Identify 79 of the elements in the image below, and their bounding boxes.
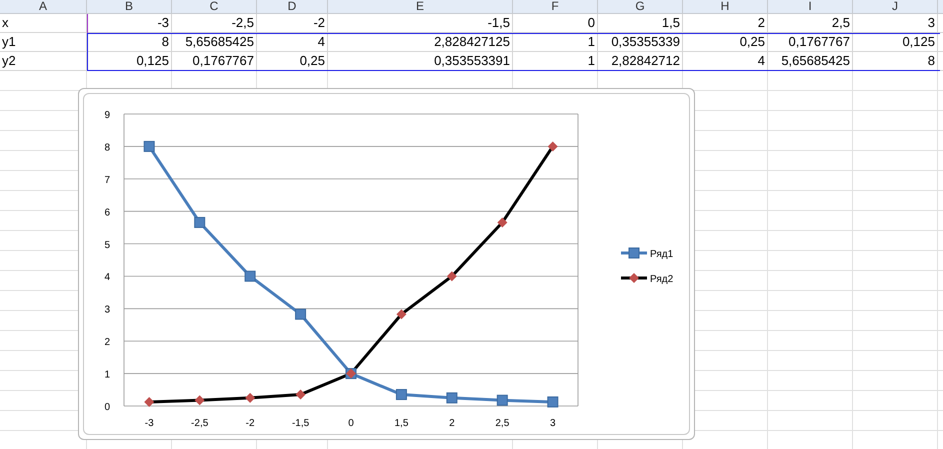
y-axis-label: 5 [104,240,110,251]
chart-frame[interactable]: 0 1 2 3 4 5 6 7 8 9 -3 -2,5 -2 -1,5 0 1,5 2 2,5 3 Ряд1 Ряд2 [78,88,695,440]
square-marker [547,396,558,408]
table-cell: 4 [683,52,768,71]
column-header[interactable]: A [0,0,87,14]
table-cell: 3 [853,14,938,33]
table-cell: 0,35355339 [598,33,683,52]
legend-marker-icon [621,273,647,283]
square-marker [295,308,306,320]
table-cell: 5,65685425 [768,52,853,71]
x-axis-label: 3 [550,418,556,429]
table-cell: 1 [513,33,598,52]
table-cell: 0,25 [257,52,328,71]
y-axis-label: 0 [104,402,110,413]
column-header[interactable]: H [683,0,768,14]
x-axis-label: 2 [449,418,455,429]
table-cell: 0 [513,14,598,33]
y-axis-label: 2 [104,337,110,348]
table-cell: 8 [853,52,938,71]
x-axis-label: -1,5 [292,418,310,429]
y-axis-label: 3 [104,304,110,316]
table-cell: 2,82842712 [598,52,683,71]
table-cell: 0,1767767 [172,52,257,71]
column-header[interactable]: F [513,0,598,14]
diamond-marker [396,309,406,320]
table-cell: y2 [0,52,87,71]
y-axis-label: 7 [104,174,110,186]
legend-marker-icon [621,248,647,258]
y-axis-label: 4 [104,272,110,284]
diamond-marker [446,271,457,282]
column-header[interactable]: C [172,0,257,14]
legend-label: Ряд2 [650,274,674,285]
column-header[interactable]: E [328,0,513,14]
diamond-marker [548,141,558,152]
table-cell: 0,25 [683,33,768,52]
x-axis-label: -2 [246,418,255,429]
table-cell: 1,5 [598,14,683,33]
table-cell: -2 [257,14,328,33]
legend-label: Ряд1 [650,249,674,260]
table-cell: 2,828427125 [328,33,513,52]
column-header[interactable]: D [257,0,328,14]
x-axis-label: 2,5 [495,418,510,429]
diamond-marker [144,396,154,407]
x-axis-label: 1,5 [394,418,408,429]
diamond-marker [296,390,306,400]
table-cell: 8 [87,33,172,52]
square-marker [446,392,458,404]
table-cell: 0,125 [853,33,938,52]
table-cell: -2,5 [172,14,257,33]
column-header[interactable]: G [598,0,683,14]
table-cell: 2,5 [768,14,853,33]
y-axis-label: 9 [104,110,110,121]
diamond-marker [194,395,205,406]
y-axis-label: 8 [104,142,110,154]
x-axis-label: -2,5 [191,418,208,429]
data-point [346,368,356,380]
table-cell: 2 [683,14,768,33]
square-marker [194,216,206,228]
table-cell: y1 [0,33,87,52]
y-axis-label: 6 [104,207,110,218]
square-marker [496,394,508,406]
table-cell: 0,1767767 [768,33,853,52]
column-header[interactable]: J [853,0,938,14]
diamond-marker [497,217,508,228]
diamond-marker [245,392,256,403]
square-marker [144,140,155,152]
column-header[interactable]: I [768,0,853,14]
table-cell: 0,125 [87,52,172,71]
column-header[interactable]: B [87,0,172,14]
table-cell: -1,5 [328,14,513,33]
table-cell: 4 [257,33,328,52]
square-marker [244,270,256,282]
x-axis-label: -3 [144,418,154,429]
table-cell: 1 [513,52,598,71]
table-cell: 5,65685425 [172,33,257,52]
y-axis-label: 1 [104,370,110,381]
table-cell: 0,353553391 [328,52,513,71]
x-axis-label: 0 [348,418,354,429]
square-marker [396,389,407,400]
